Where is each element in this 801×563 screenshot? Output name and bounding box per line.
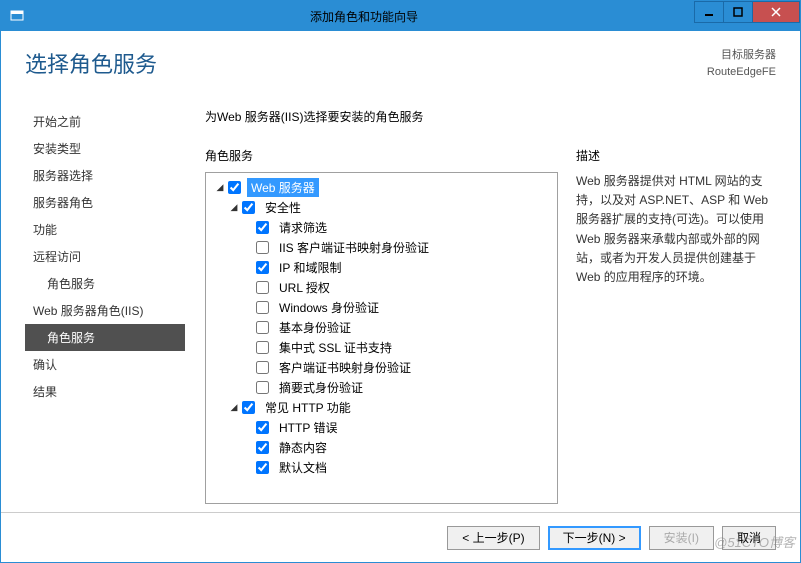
tree-toggle-spacer [242,261,254,273]
tree-item-label[interactable]: 摘要式身份验证 [275,378,367,397]
target-label: 目标服务器 [707,47,776,64]
sidebar-step[interactable]: 服务器选择 [25,162,185,189]
tree-toggle-spacer [242,221,254,233]
cancel-button[interactable]: 取消 [722,526,776,550]
instruction-text: 为Web 服务器(IIS)选择要安装的角色服务 [205,108,776,125]
tree-toggle-spacer [242,321,254,333]
description-label: 描述 [576,147,776,164]
tree-toggle-spacer [242,461,254,473]
tree-item-label[interactable]: IP 和域限制 [275,258,345,277]
tree-checkbox[interactable] [242,201,255,214]
tree-checkbox[interactable] [242,401,255,414]
sidebar-step[interactable]: 功能 [25,216,185,243]
tree-checkbox[interactable] [256,461,269,474]
tree-item-label[interactable]: 安全性 [261,198,305,217]
tree-row[interactable]: 请求筛选 [208,217,555,237]
tree-checkbox[interactable] [256,221,269,234]
next-button[interactable]: 下一步(N) > [548,526,641,550]
tree-item-label[interactable]: Windows 身份验证 [275,298,383,317]
window-controls [695,1,800,31]
sidebar-step[interactable]: Web 服务器角色(IIS) [25,297,185,324]
tree-toggle-spacer [242,421,254,433]
tree-item-label[interactable]: 静态内容 [275,438,331,457]
tree-item-label[interactable]: 集中式 SSL 证书支持 [275,338,396,357]
tree-row[interactable]: ◢ Web 服务器 [208,177,555,197]
tree-row[interactable]: IP 和域限制 [208,257,555,277]
tree-toggle-spacer [242,341,254,353]
tree-toggle-spacer [242,361,254,373]
tree-toggle-spacer [242,241,254,253]
tree-toggle-spacer [242,441,254,453]
page-title: 选择角色服务 [25,47,157,79]
maximize-button[interactable] [723,1,753,23]
tree-item-label[interactable]: 请求筛选 [275,218,331,237]
tree-item-label[interactable]: 基本身份验证 [275,318,355,337]
tree-item-label[interactable]: IIS 客户端证书映射身份验证 [275,238,433,257]
tree-checkbox[interactable] [228,181,241,194]
description-panel: 描述 Web 服务器提供对 HTML 网站的支持，以及对 ASP.NET、ASP… [576,147,776,504]
tree-checkbox[interactable] [256,301,269,314]
sidebar-step[interactable]: 确认 [25,351,185,378]
target-value: RouteEdgeFE [707,64,776,81]
tree-item-label[interactable]: URL 授权 [275,278,334,297]
tree-checkbox[interactable] [256,381,269,394]
target-info: 目标服务器 RouteEdgeFE [707,47,776,80]
collapse-icon[interactable]: ◢ [214,181,226,193]
tree-row[interactable]: Windows 身份验证 [208,297,555,317]
minimize-button[interactable] [694,1,724,23]
tree-toggle-spacer [242,281,254,293]
wizard-steps-sidebar: 开始之前安装类型服务器选择服务器角色功能远程访问角色服务Web 服务器角色(II… [25,108,185,504]
tree-toggle-spacer [242,381,254,393]
tree-row[interactable]: 基本身份验证 [208,317,555,337]
tree-row[interactable]: 默认文档 [208,457,555,477]
tree-checkbox[interactable] [256,241,269,254]
sidebar-step[interactable]: 远程访问 [25,243,185,270]
sidebar-step[interactable]: 服务器角色 [25,189,185,216]
install-button[interactable]: 安装(I) [649,526,714,550]
content-area: 选择角色服务 目标服务器 RouteEdgeFE 开始之前安装类型服务器选择服务… [1,31,800,504]
app-icon [9,8,25,24]
tree-row[interactable]: ◢ 常见 HTTP 功能 [208,397,555,417]
tree-row[interactable]: IIS 客户端证书映射身份验证 [208,237,555,257]
tree-checkbox[interactable] [256,261,269,274]
sidebar-step[interactable]: 开始之前 [25,108,185,135]
tree-row[interactable]: 客户端证书映射身份验证 [208,357,555,377]
wizard-window: 添加角色和功能向导 选择角色服务 目标服务器 RouteEdgeFE 开始之前安… [0,0,801,563]
tree-item-label[interactable]: 默认文档 [275,458,331,477]
titlebar: 添加角色和功能向导 [1,1,800,31]
tree-checkbox[interactable] [256,321,269,334]
tree-checkbox[interactable] [256,421,269,434]
collapse-icon[interactable]: ◢ [228,201,240,213]
tree-row[interactable]: ◢ 安全性 [208,197,555,217]
main-panel: 为Web 服务器(IIS)选择要安装的角色服务 角色服务 ◢ Web 服务器 ◢ 安全… [205,108,776,504]
tree-checkbox[interactable] [256,441,269,454]
description-text: Web 服务器提供对 HTML 网站的支持，以及对 ASP.NET、ASP 和 … [576,172,776,287]
tree-checkbox[interactable] [256,361,269,374]
tree-item-label[interactable]: Web 服务器 [247,178,319,197]
button-bar: < 上一步(P) 下一步(N) > 安装(I) 取消 [1,512,800,562]
tree-toggle-spacer [242,301,254,313]
sidebar-step[interactable]: 角色服务 [25,324,185,351]
collapse-icon[interactable]: ◢ [228,401,240,413]
tree-row[interactable]: 集中式 SSL 证书支持 [208,337,555,357]
tree-row[interactable]: HTTP 错误 [208,417,555,437]
roles-panel: 角色服务 ◢ Web 服务器 ◢ 安全性请求筛选IIS 客户端证书映射身份验证IP 和… [205,147,558,504]
tree-row[interactable]: 静态内容 [208,437,555,457]
tree-item-label[interactable]: 客户端证书映射身份验证 [275,358,415,377]
sidebar-step[interactable]: 安装类型 [25,135,185,162]
tree-item-label[interactable]: HTTP 错误 [275,418,341,437]
tree-checkbox[interactable] [256,341,269,354]
roles-tree[interactable]: ◢ Web 服务器 ◢ 安全性请求筛选IIS 客户端证书映射身份验证IP 和域限制UR… [205,172,558,504]
window-title: 添加角色和功能向导 [33,8,695,25]
tree-checkbox[interactable] [256,281,269,294]
tree-item-label[interactable]: 常见 HTTP 功能 [261,398,355,417]
close-button[interactable] [752,1,800,23]
roles-label: 角色服务 [205,147,558,164]
tree-row[interactable]: URL 授权 [208,277,555,297]
sidebar-step[interactable]: 角色服务 [25,270,185,297]
tree-row[interactable]: 摘要式身份验证 [208,377,555,397]
sidebar-step[interactable]: 结果 [25,378,185,405]
previous-button[interactable]: < 上一步(P) [447,526,539,550]
